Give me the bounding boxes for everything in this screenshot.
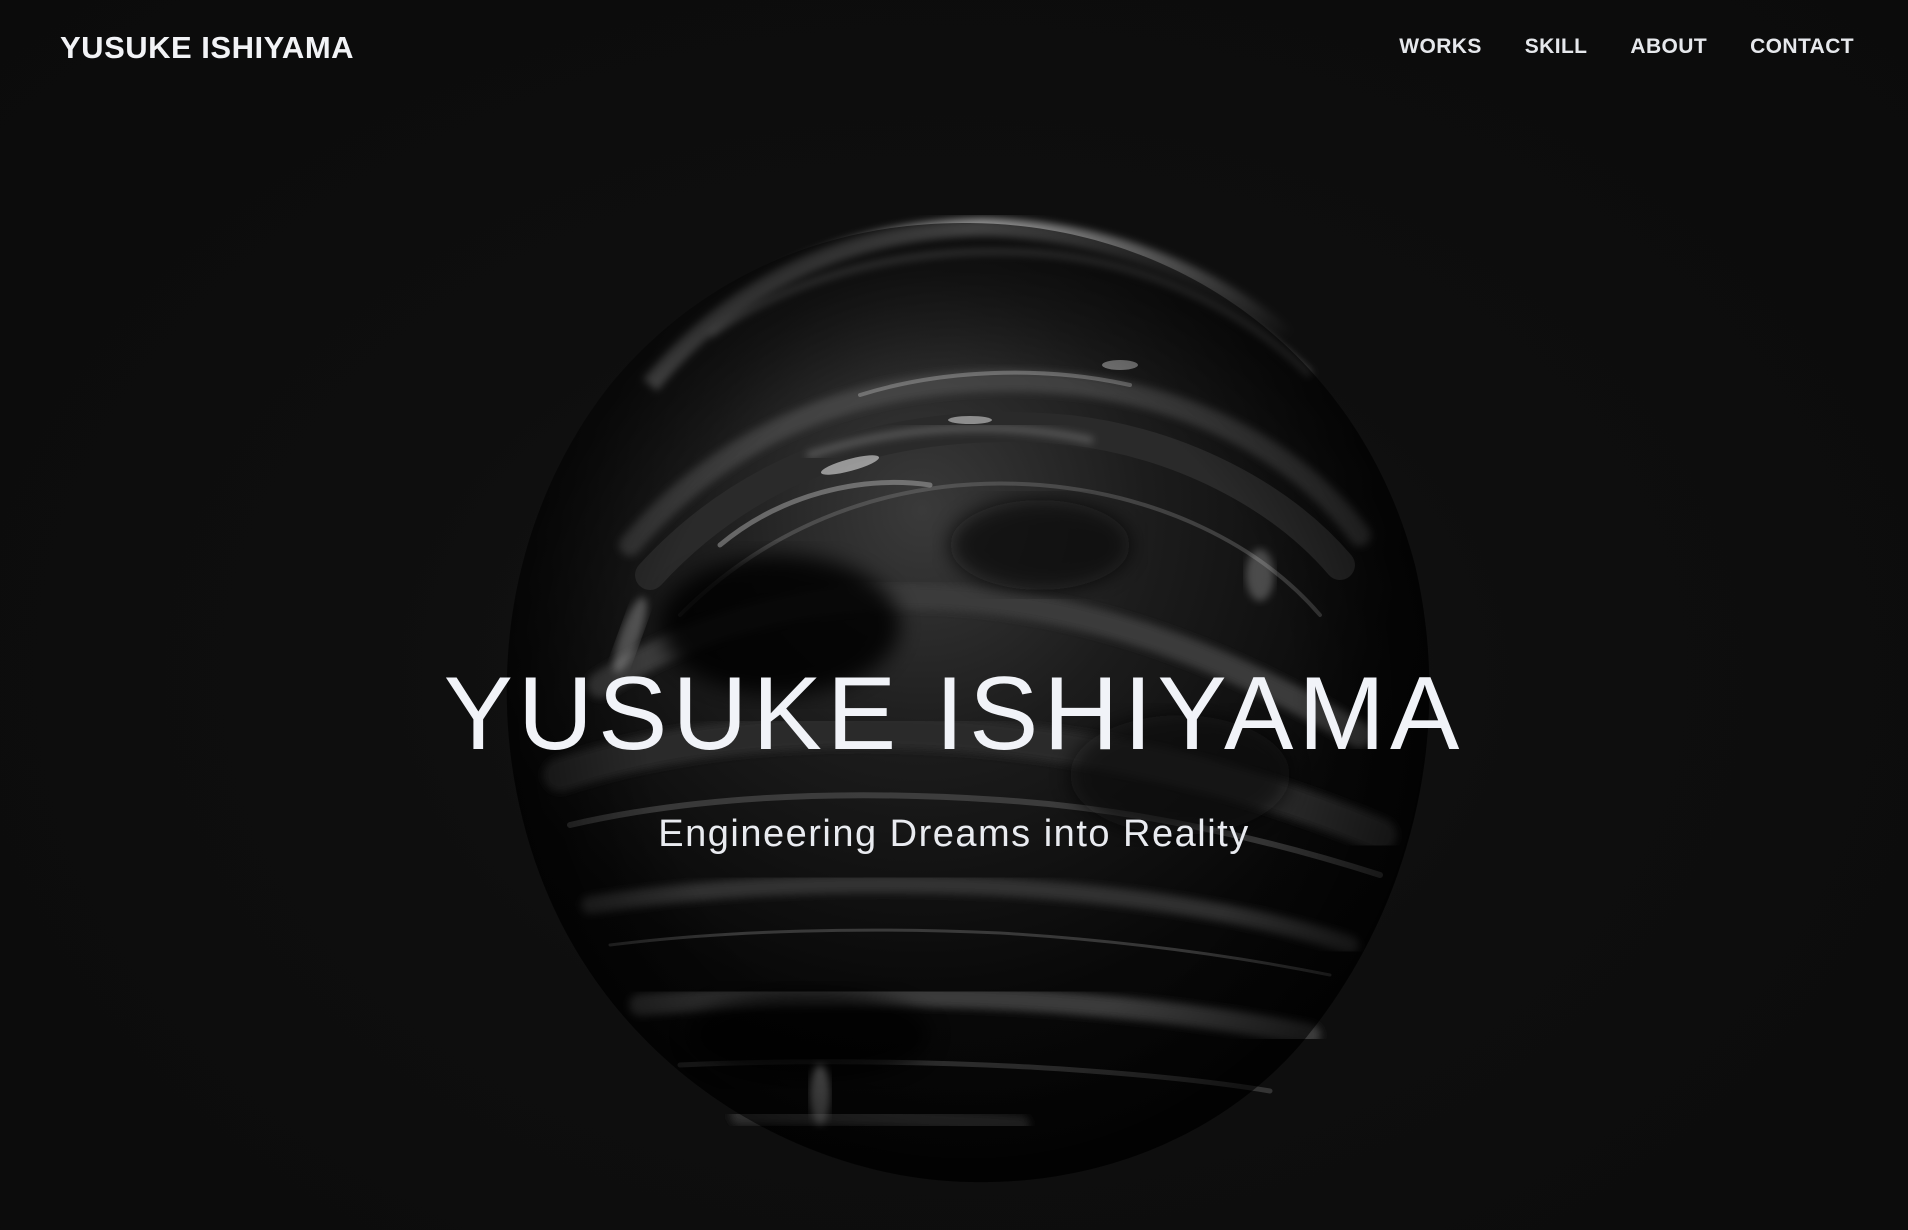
- hero-subtitle: Engineering Dreams into Reality: [658, 812, 1250, 855]
- hero-title: YUSUKE ISHIYAMA: [443, 656, 1465, 772]
- page: YUSUKE ISHIYAMA WORKS SKILL ABOUT CONTAC…: [0, 0, 1908, 1230]
- nav-link-skill[interactable]: SKILL: [1525, 35, 1588, 59]
- site-header: YUSUKE ISHIYAMA WORKS SKILL ABOUT CONTAC…: [0, 0, 1908, 100]
- nav-link-contact[interactable]: CONTACT: [1750, 35, 1854, 59]
- site-logo[interactable]: YUSUKE ISHIYAMA: [60, 30, 354, 66]
- main-nav: WORKS SKILL ABOUT CONTACT: [1399, 35, 1854, 59]
- nav-link-works[interactable]: WORKS: [1399, 35, 1482, 59]
- hero-section: YUSUKE ISHIYAMA Engineering Dreams into …: [0, 655, 1908, 856]
- nav-link-about[interactable]: ABOUT: [1630, 35, 1707, 59]
